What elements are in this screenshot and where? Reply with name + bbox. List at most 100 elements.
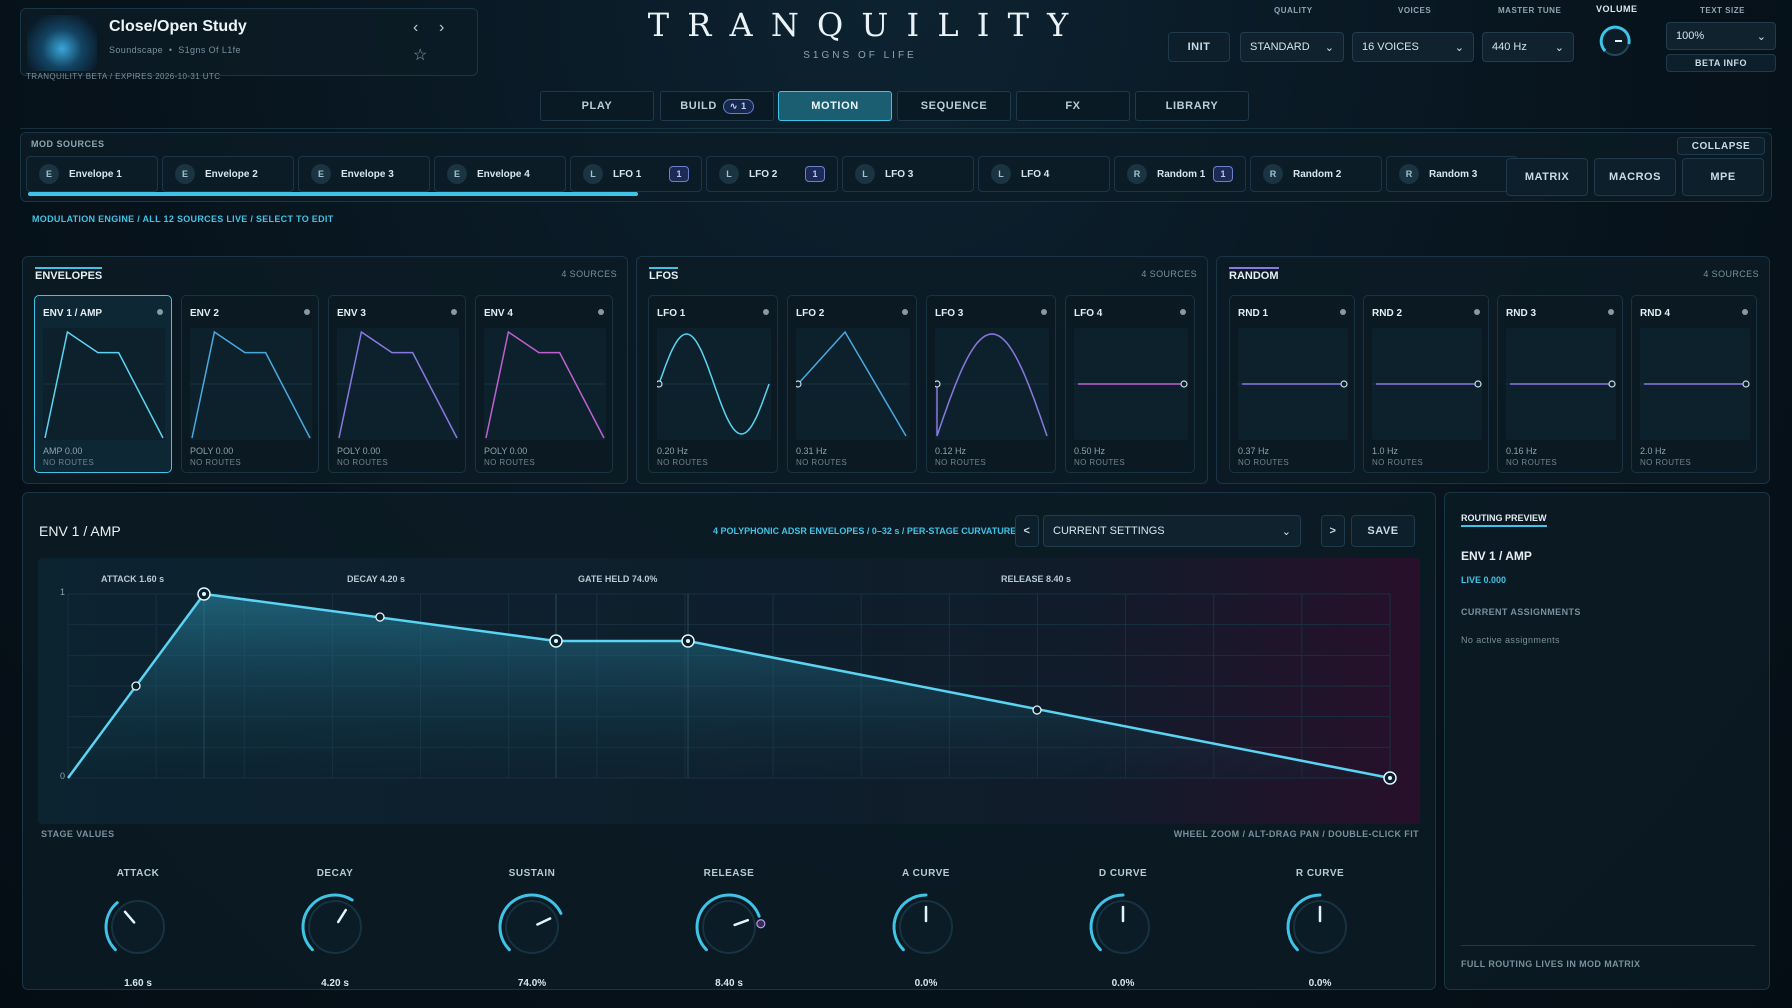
mod-source-card[interactable]: ENV 3 POLY 0.00 NO ROUTES (328, 295, 466, 473)
mod-source-card[interactable]: ENV 2 POLY 0.00 NO ROUTES (181, 295, 319, 473)
card-preview-handle (1742, 380, 1750, 388)
tab-library[interactable]: LIBRARY (1135, 91, 1249, 121)
matrix-button[interactable]: MATRIX (1506, 158, 1588, 196)
chevron-down-icon: ⌄ (1324, 41, 1334, 54)
curve-handle[interactable] (375, 612, 385, 622)
mod-source-chip[interactable]: R Random 2 (1250, 156, 1382, 192)
mod-source-chip[interactable]: R Random 3 (1386, 156, 1518, 192)
graph-hint: WHEEL ZOOM / ALT-DRAG PAN / DOUBLE-CLICK… (1173, 829, 1419, 839)
mod-ring-handle[interactable] (756, 919, 766, 929)
mod-source-chip[interactable]: E Envelope 4 (434, 156, 566, 192)
route-count-badge: 1 (1213, 166, 1233, 182)
source-label: Random 3 (1429, 168, 1478, 180)
card-preview-handle (935, 380, 941, 388)
tune-select[interactable]: 440 Hz ⌄ (1482, 32, 1574, 62)
mod-source-card[interactable]: RND 2 1.0 Hz NO ROUTES (1363, 295, 1489, 473)
card-routes: NO ROUTES (935, 458, 987, 467)
stage-knob[interactable] (492, 887, 572, 967)
beta-info-button[interactable]: BETA INFO (1666, 54, 1776, 72)
tab-label: FX (1065, 100, 1081, 112)
stage-knob-group: A CURVE 0.0% (866, 868, 986, 989)
mod-source-card[interactable]: RND 1 0.37 Hz NO ROUTES (1229, 295, 1355, 473)
mod-source-card[interactable]: LFO 4 0.50 Hz NO ROUTES (1065, 295, 1195, 473)
envelope-graph[interactable]: 1 0 (38, 558, 1420, 824)
knob-value: 4.20 s (321, 978, 349, 989)
card-status-dot (1608, 309, 1614, 315)
text-size-select[interactable]: 100% ⌄ (1666, 22, 1776, 50)
source-label: Envelope 1 (69, 168, 122, 180)
group-count: 4 SOURCES (561, 269, 617, 279)
stage-knob[interactable] (689, 887, 769, 967)
preset-name[interactable]: Close/Open Study (109, 18, 247, 36)
mod-source-card[interactable]: LFO 3 0.12 Hz NO ROUTES (926, 295, 1056, 473)
mod-source-card[interactable]: RND 4 2.0 Hz NO ROUTES (1631, 295, 1757, 473)
star-icon[interactable]: ☆ (413, 45, 427, 65)
init-button[interactable]: INIT (1168, 32, 1230, 62)
mod-source-chip[interactable]: E Envelope 3 (298, 156, 430, 192)
next-preset-button[interactable]: > (1321, 515, 1345, 547)
tab-sequence[interactable]: SEQUENCE (897, 91, 1011, 121)
mod-source-card[interactable]: RND 3 0.16 Hz NO ROUTES (1497, 295, 1623, 473)
mod-source-card[interactable]: ENV 4 POLY 0.00 NO ROUTES (475, 295, 613, 473)
curve-handle[interactable] (1032, 705, 1042, 715)
stage-knob-group: D CURVE 0.0% (1063, 868, 1183, 989)
stage-knob[interactable] (98, 887, 178, 967)
mod-source-chip[interactable]: L LFO 1 1 (570, 156, 702, 192)
mod-source-card[interactable]: LFO 2 0.31 Hz NO ROUTES (787, 295, 917, 473)
mod-source-chip[interactable]: L LFO 2 1 (706, 156, 838, 192)
chevron-down-icon: ⌄ (1454, 41, 1464, 54)
mod-source-card[interactable]: ENV 1 / AMP AMP 0.00 NO ROUTES (34, 295, 172, 473)
card-preview-graph (657, 328, 771, 440)
tab-play[interactable]: PLAY (540, 91, 654, 121)
card-routes: NO ROUTES (1640, 458, 1692, 467)
envelope-preset-select[interactable]: CURRENT SETTINGS ⌄ (1043, 515, 1301, 547)
card-title: LFO 4 (1074, 308, 1103, 319)
knob-value: 74.0% (517, 978, 547, 989)
next-preset-icon[interactable]: › (439, 19, 444, 37)
mod-source-chip[interactable]: E Envelope 1 (26, 156, 158, 192)
group-title: LFOS (649, 267, 679, 282)
y-min-label: 0 (60, 771, 65, 781)
mod-source-chip[interactable]: L LFO 3 (842, 156, 974, 192)
mod-source-chip[interactable]: R Random 1 1 (1114, 156, 1246, 192)
gate-stage-label: GATE HELD 74.0% (578, 574, 658, 584)
tab-build[interactable]: BUILD ∿ 1 (660, 91, 774, 121)
card-preview-handle (796, 380, 802, 388)
card-value: POLY 0.00 (484, 446, 528, 456)
knob-label: DECAY (316, 868, 354, 879)
tab-fx[interactable]: FX (1016, 91, 1130, 121)
source-type-tag: R (1399, 164, 1419, 184)
stage-knob[interactable] (886, 887, 966, 967)
mpe-button[interactable]: MPE (1682, 158, 1764, 196)
macros-button[interactable]: MACROS (1594, 158, 1676, 196)
tab-motion[interactable]: MOTION (778, 91, 892, 121)
card-status-dot (1180, 309, 1186, 315)
card-preview-graph (935, 328, 1049, 440)
prev-preset-icon[interactable]: ‹ (413, 19, 418, 37)
stage-knob[interactable] (295, 887, 375, 967)
source-type-tag: E (175, 164, 195, 184)
preset-panel: Close/Open Study Soundscape • S1gns Of L… (20, 8, 478, 76)
volume-knob[interactable] (1598, 24, 1632, 58)
stage-knob-group: R CURVE 0.0% (1260, 868, 1380, 989)
chips-scrollbar[interactable] (28, 192, 638, 196)
card-preview-graph (1640, 328, 1750, 440)
collapse-button[interactable]: COLLAPSE (1677, 137, 1765, 155)
tab-label: LIBRARY (1165, 100, 1219, 112)
mod-source-chip[interactable]: L LFO 4 (978, 156, 1110, 192)
voices-select[interactable]: 16 VOICES ⌄ (1352, 32, 1474, 62)
preset-category: Soundscape • S1gns Of L1fe (109, 45, 241, 55)
save-button[interactable]: SAVE (1351, 515, 1415, 547)
curve-handle[interactable] (131, 681, 141, 691)
mod-source-chip[interactable]: E Envelope 2 (162, 156, 294, 192)
source-label: LFO 4 (1021, 168, 1050, 180)
source-label: Envelope 3 (341, 168, 394, 180)
card-routes: NO ROUTES (1372, 458, 1424, 467)
quality-select[interactable]: STANDARD ⌄ (1240, 32, 1344, 62)
prev-preset-button[interactable]: < (1015, 515, 1039, 547)
stage-knob[interactable] (1280, 887, 1360, 967)
card-title: LFO 3 (935, 308, 964, 319)
mod-source-card[interactable]: LFO 1 0.20 Hz NO ROUTES (648, 295, 778, 473)
stage-knob[interactable] (1083, 887, 1163, 967)
card-preview-graph (1074, 328, 1188, 440)
